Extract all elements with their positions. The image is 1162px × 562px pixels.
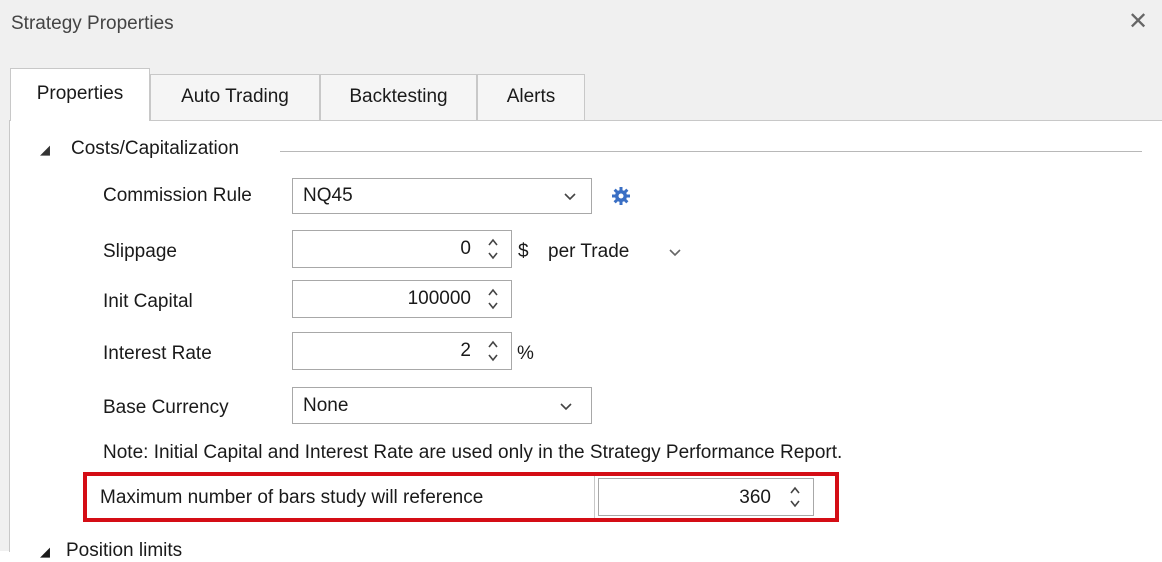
collapse-triangle-icon[interactable]: ◢	[40, 142, 50, 158]
chevron-down-icon	[560, 403, 572, 411]
init-capital-label: Init Capital	[103, 291, 193, 312]
window-title: Strategy Properties	[11, 13, 174, 34]
tab-backtesting[interactable]: Backtesting	[320, 74, 477, 120]
slippage-mode-select[interactable]: per Trade	[548, 240, 629, 264]
costs-section-title: Costs/Capitalization	[71, 138, 245, 160]
title-bar: Strategy Properties ✕	[0, 0, 1162, 52]
slippage-value: 0	[460, 238, 471, 259]
slippage-unit: $	[518, 241, 529, 262]
costs-section-header[interactable]: ◢ Costs/Capitalization	[40, 136, 1142, 166]
close-icon[interactable]: ✕	[1125, 9, 1151, 35]
spinner-arrows-icon[interactable]	[486, 336, 500, 366]
interest-rate-label: Interest Rate	[103, 343, 212, 364]
spinner-arrows-icon[interactable]	[486, 284, 500, 314]
interest-rate-input[interactable]: 2	[292, 332, 512, 370]
base-currency-label: Base Currency	[103, 397, 229, 418]
chevron-down-icon	[564, 193, 576, 201]
commission-rule-select[interactable]: NQ45	[292, 178, 592, 214]
commission-rule-value: NQ45	[303, 185, 353, 206]
interest-rate-unit: %	[517, 343, 534, 364]
tab-alerts[interactable]: Alerts	[477, 74, 585, 120]
slippage-label: Slippage	[103, 241, 177, 262]
init-capital-input[interactable]: 100000	[292, 280, 512, 318]
interest-rate-value: 2	[460, 340, 471, 361]
gear-icon[interactable]	[611, 186, 631, 206]
commission-rule-label: Commission Rule	[103, 185, 252, 206]
chevron-down-icon[interactable]	[667, 246, 683, 260]
base-currency-select[interactable]: None	[292, 387, 592, 424]
spinner-arrows-icon[interactable]	[486, 234, 500, 264]
tab-properties[interactable]: Properties	[10, 68, 150, 121]
init-capital-value: 100000	[407, 288, 471, 309]
base-currency-value: None	[303, 395, 349, 416]
collapse-triangle-icon[interactable]: ◢	[40, 544, 50, 559]
tab-auto-trading[interactable]: Auto Trading	[150, 74, 320, 120]
highlight-annotation-box	[83, 472, 839, 522]
position-limits-section-header[interactable]: ◢ Position limits	[40, 540, 182, 562]
section-divider	[280, 151, 1142, 152]
capital-note: Note: Initial Capital and Interest Rate …	[103, 442, 843, 463]
slippage-input[interactable]: 0	[292, 230, 512, 268]
